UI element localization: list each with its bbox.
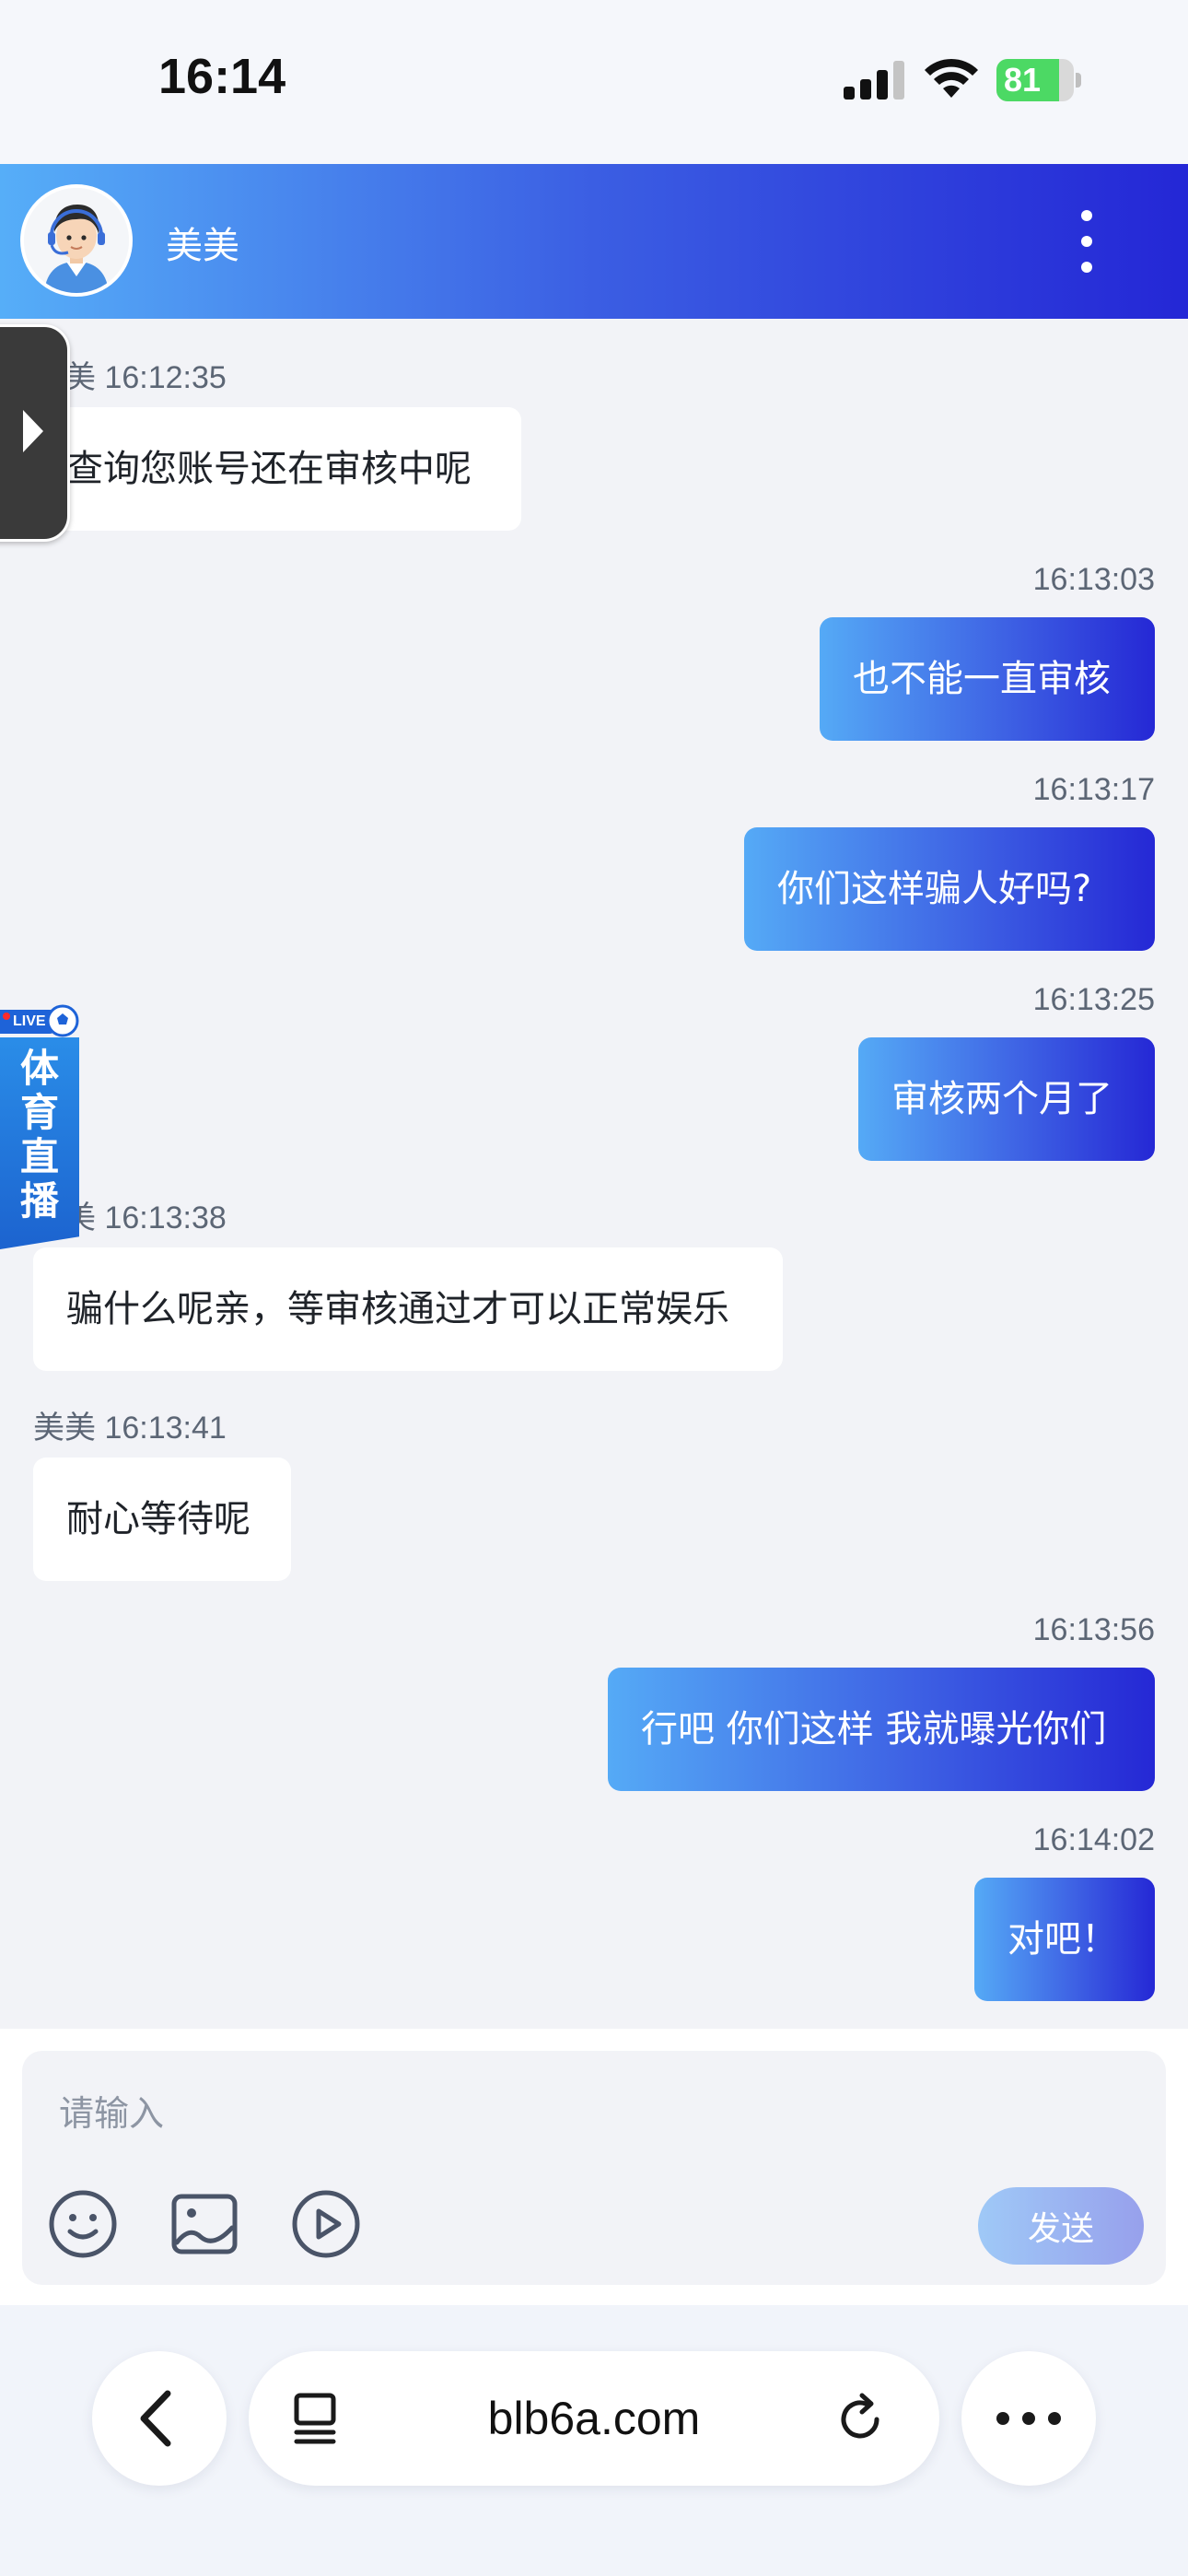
composer: 发送 <box>0 2029 1188 2305</box>
more-horizontal-icon <box>996 2412 1061 2425</box>
reader-tabs-icon[interactable] <box>291 2392 343 2447</box>
more-vertical-icon[interactable] <box>1068 206 1105 276</box>
video-icon[interactable] <box>291 2189 361 2259</box>
live-sports-badge[interactable]: LIVE 体育直播 <box>0 1004 81 1253</box>
status-bar: 16:14 81 <box>0 0 1188 164</box>
chat-header: 美美 <box>0 164 1188 319</box>
wifi-icon <box>925 58 978 98</box>
status-time: 16:14 <box>158 49 286 104</box>
message-meta: 16:14:02 <box>1032 1822 1155 1857</box>
incoming-message-bubble: 骗什么呢亲，等审核通过才可以正常娱乐 <box>33 1247 783 1371</box>
chevron-right-icon <box>23 410 43 452</box>
more-options-button[interactable] <box>961 2351 1096 2486</box>
live-dot <box>3 1013 10 1020</box>
send-button[interactable]: 发送 <box>978 2187 1144 2265</box>
live-sports-label: 体育直播 <box>19 1046 59 1224</box>
outgoing-message-bubble: 行吧 你们这样 我就曝光你们 <box>608 1668 1155 1791</box>
emoji-icon[interactable] <box>48 2189 118 2259</box>
reload-icon[interactable] <box>834 2392 890 2447</box>
back-button[interactable] <box>92 2351 227 2486</box>
message-meta: 16:13:17 <box>1032 772 1155 807</box>
outgoing-message-bubble: 你们这样骗人好吗? <box>744 827 1155 951</box>
message-input[interactable] <box>59 2086 888 2141</box>
outgoing-message-bubble: 也不能一直审核 <box>820 617 1155 741</box>
outgoing-message-bubble: 对吧！ <box>974 1878 1155 2001</box>
agent-avatar-icon <box>24 188 129 293</box>
battery-percent: 81 <box>1004 61 1042 99</box>
incoming-message-bubble: 耐心等待呢 <box>33 1458 291 1581</box>
message-meta: 16:13:03 <box>1032 562 1155 597</box>
support-agent-avatar[interactable] <box>20 184 133 297</box>
cellular-signal-icon <box>844 61 904 100</box>
outgoing-message-bubble: 审核两个月了 <box>858 1037 1155 1161</box>
agent-name: 美美 <box>166 225 239 267</box>
incoming-message-bubble: 查询您账号还在审核中呢 <box>33 407 521 531</box>
address-bar[interactable]: blb6a.com <box>249 2351 939 2486</box>
composer-box: 发送 <box>22 2051 1166 2285</box>
message-meta: 16:13:25 <box>1032 982 1155 1017</box>
message-meta: 美美 16:13:41 <box>33 1411 227 1446</box>
message-meta: 16:13:56 <box>1032 1612 1155 1647</box>
side-drawer-handle[interactable] <box>0 324 70 542</box>
message-list[interactable]: 美美 16:12:35 查询您账号还在审核中呢 16:13:03 也不能一直审核… <box>0 319 1188 2029</box>
soccer-ball-icon <box>46 1004 79 1037</box>
image-icon[interactable] <box>169 2189 239 2259</box>
chevron-left-icon <box>140 2390 171 2447</box>
browser-toolbar: blb6a.com <box>0 2305 1188 2576</box>
battery-indicator: 81 <box>996 59 1081 101</box>
